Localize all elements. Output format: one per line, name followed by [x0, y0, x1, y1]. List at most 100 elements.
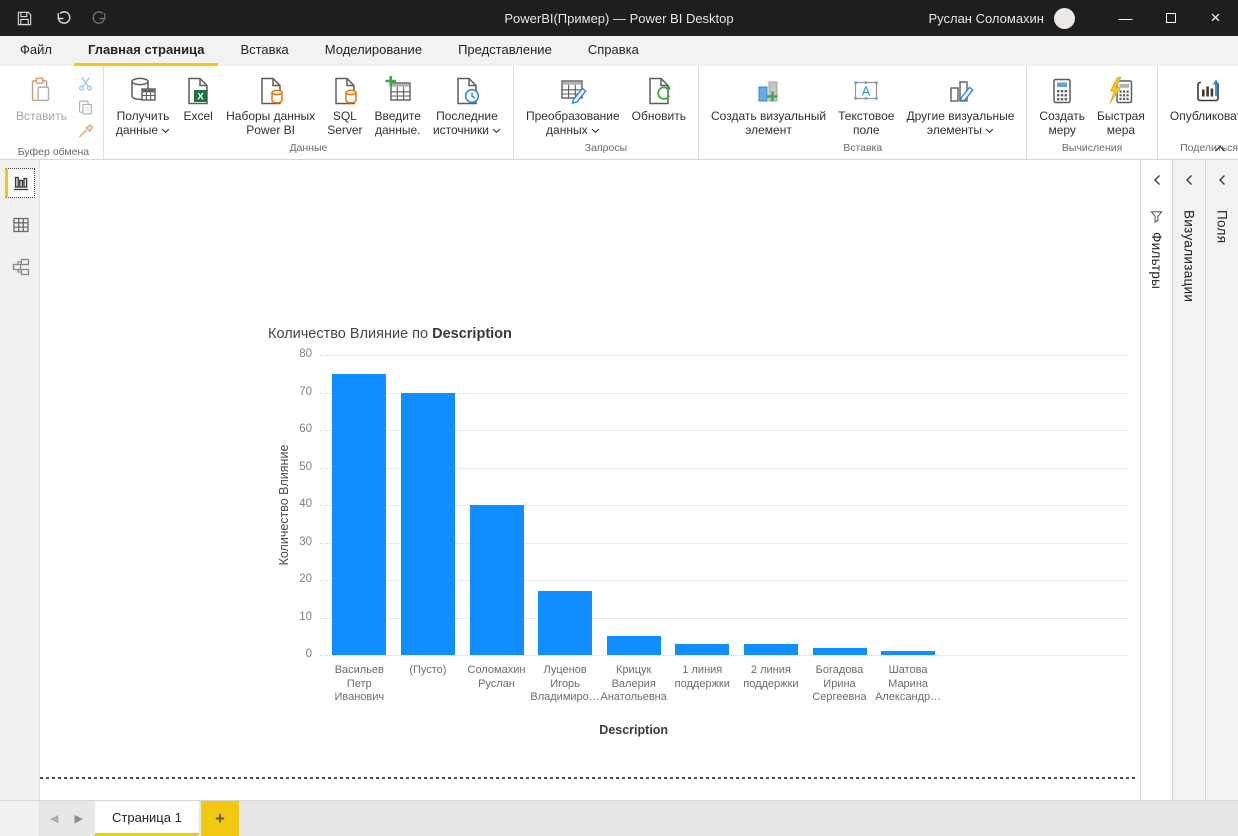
- ribbon-group-3: Создать визуальный элемент A Текстовое поле Д…: [699, 66, 1028, 159]
- chart-bar[interactable]: [881, 651, 936, 655]
- page-tabs-bar: ◀ ▶ Страница 1 +: [0, 800, 1238, 836]
- chevron-down-icon: [161, 123, 170, 137]
- publish-button-label: Опубликовать: [1169, 109, 1238, 123]
- text-box-button[interactable]: A Текстовое поле: [832, 71, 900, 138]
- powerbi-desktop-window: PowerBI(Пример) — Power BI Desktop Русла…: [0, 0, 1238, 836]
- next-page-arrow-icon[interactable]: ▶: [74, 812, 82, 825]
- ribbon: Вставить Буфер обмена Получить данные X Excel…: [0, 66, 1238, 160]
- sql-server-button-label: SQL Server: [327, 109, 363, 137]
- chevron-down-icon: [591, 123, 600, 137]
- recent-sources-button[interactable]: Последние источники: [427, 71, 507, 138]
- expand-visualizations-icon[interactable]: [1181, 172, 1197, 188]
- recent-sources-icon: [451, 72, 483, 109]
- undo-icon[interactable]: [52, 8, 72, 28]
- cut-button[interactable]: [75, 75, 97, 96]
- y-axis-title: Количество Влияние: [277, 444, 291, 566]
- report-canvas[interactable]: Количество Влияние по Description 0 10 20 30…: [40, 160, 1140, 800]
- power-bi-datasets-button[interactable]: Наборы данных Power BI: [220, 71, 321, 138]
- tab-2[interactable]: Вставка: [226, 36, 302, 66]
- new-measure-icon: [1046, 72, 1078, 109]
- tab-4[interactable]: Представление: [444, 36, 566, 66]
- tab-5[interactable]: Справка: [574, 36, 653, 66]
- text-box-icon: A: [850, 72, 882, 109]
- collapse-ribbon-icon[interactable]: [1212, 143, 1228, 155]
- close-button[interactable]: ×: [1193, 0, 1238, 36]
- scissors-icon: [77, 75, 94, 97]
- maximize-icon: [1165, 13, 1176, 23]
- recent-sources-button-label: Последние источники: [433, 109, 501, 137]
- more-visuals-button[interactable]: Другие визуальные элементы: [900, 71, 1020, 138]
- new-visual-icon: [753, 72, 785, 109]
- svg-text:A: A: [862, 83, 871, 98]
- chart-title: Количество Влияние по Description: [268, 326, 512, 342]
- enter-data-button[interactable]: Введите данные.: [369, 71, 427, 138]
- chart-bar[interactable]: [538, 591, 593, 655]
- ribbon-group-0: Вставить Буфер обмена: [4, 66, 104, 159]
- save-icon[interactable]: [14, 8, 34, 28]
- chart-bar[interactable]: [332, 373, 387, 655]
- quick-measure-button-label: Быстрая мера: [1097, 109, 1145, 137]
- tab-1[interactable]: Главная страница: [73, 36, 219, 66]
- copy-icon: [77, 99, 94, 121]
- enter-data-icon: [382, 72, 414, 109]
- transform-data-button[interactable]: Преобразование данных: [520, 71, 626, 138]
- copy-button[interactable]: [75, 99, 97, 120]
- expand-filters-icon[interactable]: [1149, 172, 1165, 188]
- model-view-button[interactable]: [5, 252, 35, 282]
- report-view-button[interactable]: [4, 168, 35, 198]
- ribbon-group-4: Создать меру Быстрая мера Вычисления: [1027, 66, 1158, 159]
- main-area: Количество Влияние по Description 0 10 20 30…: [0, 160, 1238, 800]
- paste-button[interactable]: Вставить: [10, 71, 73, 124]
- add-page-button[interactable]: +: [200, 801, 239, 836]
- get-data-button[interactable]: Получить данные: [110, 71, 176, 138]
- chart-bar[interactable]: [400, 392, 455, 655]
- page-tab[interactable]: Страница 1: [94, 801, 199, 836]
- excel-button[interactable]: X Excel: [176, 71, 220, 124]
- bar-chart-visual[interactable]: Количество Влияние по Description 0 10 20 30…: [268, 326, 1140, 750]
- format-painter-button[interactable]: [75, 123, 97, 144]
- group-label: Вставка: [843, 142, 883, 154]
- tab-3[interactable]: Моделирование: [311, 36, 436, 66]
- sql-server-button[interactable]: SQL Server: [321, 71, 368, 138]
- new-measure-button-label: Создать меру: [1039, 109, 1086, 137]
- format-painter-icon: [77, 123, 94, 145]
- chart-bar[interactable]: [812, 647, 867, 655]
- previous-page-arrow-icon[interactable]: ◀: [50, 812, 58, 825]
- refresh-icon: [643, 72, 675, 109]
- data-view-icon: [12, 217, 29, 233]
- gridline: [320, 355, 1128, 356]
- maximize-button[interactable]: [1148, 0, 1193, 36]
- chart-bar[interactable]: [606, 636, 661, 655]
- fields-pane[interactable]: Поля: [1205, 160, 1238, 800]
- x-axis-title: Description: [599, 723, 669, 737]
- account-name[interactable]: Руслан Соломахин: [928, 11, 1044, 26]
- report-view-icon: [13, 176, 28, 191]
- get-data-icon: [127, 72, 159, 109]
- tab-file[interactable]: Файл: [6, 36, 66, 66]
- new-measure-button[interactable]: Создать меру: [1033, 71, 1091, 138]
- redo-icon[interactable]: [90, 8, 110, 28]
- filters-pane[interactable]: Фильтры: [1140, 160, 1172, 800]
- minimize-button[interactable]: —: [1103, 0, 1148, 36]
- filters-pane-label: Фильтры: [1149, 232, 1164, 290]
- avatar[interactable]: [1054, 7, 1075, 29]
- data-view-button[interactable]: [5, 210, 35, 240]
- more-visuals-icon: [944, 72, 976, 109]
- chevron-down-icon: [492, 123, 501, 137]
- enter-data-button-label: Введите данные.: [374, 109, 421, 137]
- expand-fields-icon[interactable]: [1214, 172, 1230, 188]
- chevron-down-icon: [985, 123, 994, 137]
- chart-bar[interactable]: [675, 643, 730, 655]
- refresh-button-label: Обновить: [631, 109, 686, 123]
- publish-icon: [1193, 72, 1225, 109]
- new-visual-button[interactable]: Создать визуальный элемент: [705, 71, 832, 138]
- sidebar-footer: [0, 801, 40, 836]
- refresh-button[interactable]: Обновить: [626, 71, 692, 124]
- chart-bar[interactable]: [469, 505, 524, 655]
- visualizations-pane[interactable]: Визуализации: [1172, 160, 1205, 800]
- quick-measure-button[interactable]: Быстрая мера: [1091, 71, 1151, 138]
- close-icon: ×: [1210, 8, 1221, 27]
- chart-bar[interactable]: [743, 643, 798, 655]
- group-label: Данные: [289, 142, 328, 154]
- publish-button[interactable]: Опубликовать: [1164, 71, 1238, 124]
